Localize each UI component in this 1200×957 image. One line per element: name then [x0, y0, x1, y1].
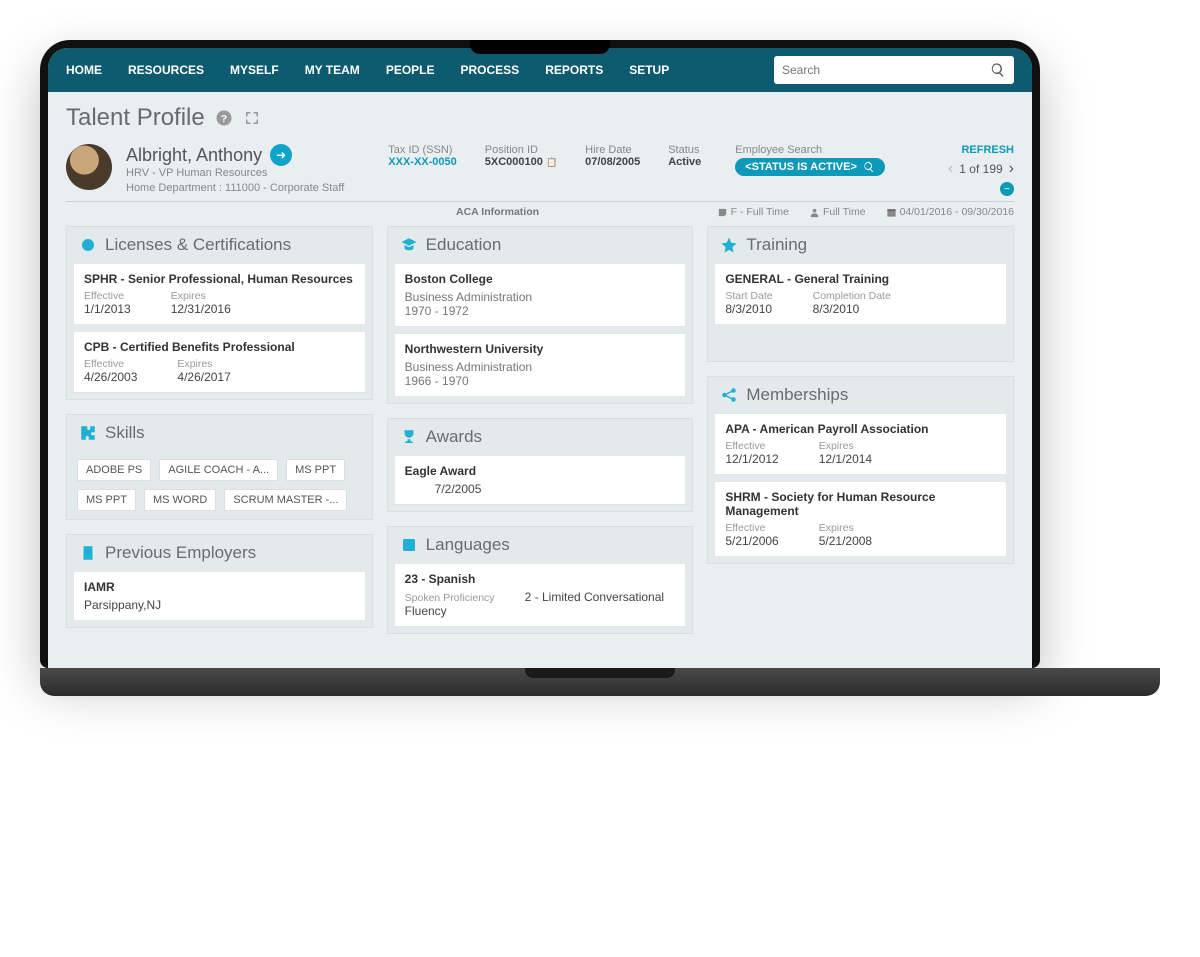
skill-tag[interactable]: MS WORD	[144, 489, 216, 511]
education-card[interactable]: Boston College Business Administration 1…	[394, 263, 687, 327]
page-title: Talent Profile ?	[66, 104, 1014, 132]
top-nav: HOME RESOURCES MYSELF MY TEAM PEOPLE PRO…	[48, 48, 1032, 92]
awards-panel: Awards Eagle Award 7/2/2005	[387, 418, 694, 512]
employer-card[interactable]: IAMR Parsippany,NJ	[73, 571, 366, 621]
pager-next[interactable]: ›	[1009, 160, 1014, 178]
award-card[interactable]: Eagle Award 7/2/2005	[394, 455, 687, 505]
trophy-icon	[400, 428, 418, 446]
status-filter-pill[interactable]: <STATUS IS ACTIVE>	[735, 158, 885, 176]
collapse-icon[interactable]: −	[1000, 182, 1014, 196]
skill-tag[interactable]: ADOBE PS	[77, 459, 151, 481]
avatar	[66, 144, 112, 190]
employee-title: HRV - VP Human Resources	[126, 166, 344, 181]
graduation-icon	[400, 236, 418, 254]
nav-resources[interactable]: RESOURCES	[128, 63, 204, 77]
emp-search-label: Employee Search	[735, 144, 885, 156]
status-label: Status	[668, 144, 701, 156]
badge-icon	[79, 236, 97, 254]
language-card[interactable]: 23 - Spanish Spoken Proficiency2 - Limit…	[394, 563, 687, 627]
nav-myself[interactable]: MYSELF	[230, 63, 279, 77]
tax-value[interactable]: XXX-XX-0050	[388, 156, 456, 168]
search-icon	[863, 161, 875, 173]
name-arrow-icon[interactable]: ➜	[270, 144, 292, 166]
refresh-link[interactable]: REFRESH	[948, 144, 1014, 156]
hire-label: Hire Date	[585, 144, 640, 156]
fulltime-badge-2: Full Time	[809, 206, 866, 218]
education-card[interactable]: Northwestern University Business Adminis…	[394, 333, 687, 397]
languages-panel: Languages 23 - Spanish Spoken Proficienc…	[387, 526, 694, 634]
skill-tag[interactable]: MS PPT	[77, 489, 136, 511]
fulltime-badge: F - Full Time	[717, 206, 789, 218]
education-panel: Education Boston College Business Admini…	[387, 226, 694, 404]
help-icon[interactable]: ?	[215, 109, 233, 127]
license-card[interactable]: CPB - Certified Benefits Professional Ef…	[73, 331, 366, 393]
calendar-icon	[886, 207, 897, 218]
position-label: Position ID	[485, 144, 557, 156]
nav-process[interactable]: PROCESS	[461, 63, 520, 77]
nav-my-team[interactable]: MY TEAM	[305, 63, 360, 77]
employee-name: Albright, Anthony	[126, 145, 262, 166]
share-icon	[720, 386, 738, 404]
position-value: 5XC000100 📋	[485, 156, 557, 168]
skill-tag[interactable]: MS PPT	[286, 459, 345, 481]
person-icon	[809, 207, 820, 218]
search-icon	[990, 62, 1006, 78]
hire-value: 07/08/2005	[585, 156, 640, 168]
language-icon	[400, 536, 418, 554]
date-range: 04/01/2016 - 09/30/2016	[886, 206, 1014, 218]
nav-setup[interactable]: SETUP	[629, 63, 669, 77]
search-box[interactable]	[774, 56, 1014, 84]
prev-employers-panel: Previous Employers IAMR Parsippany,NJ	[66, 534, 373, 628]
membership-card[interactable]: SHRM - Society for Human Resource Manage…	[714, 481, 1007, 557]
building-icon	[79, 544, 97, 562]
skill-tag[interactable]: AGILE COACH - A...	[159, 459, 278, 481]
nav-people[interactable]: PEOPLE	[386, 63, 435, 77]
memberships-panel: Memberships APA - American Payroll Assoc…	[707, 376, 1014, 564]
licenses-panel: Licenses & Certifications SPHR - Senior …	[66, 226, 373, 400]
svg-text:?: ?	[221, 113, 227, 125]
pager-text: 1 of 199	[959, 162, 1002, 176]
inbox-icon	[717, 207, 728, 218]
training-panel: Training GENERAL - General Training Star…	[707, 226, 1014, 362]
nav-reports[interactable]: REPORTS	[545, 63, 603, 77]
skill-tag[interactable]: SCRUM MASTER -...	[224, 489, 347, 511]
membership-card[interactable]: APA - American Payroll Association Effec…	[714, 413, 1007, 475]
aca-link[interactable]: ACA Information	[456, 206, 539, 218]
expand-icon[interactable]	[243, 109, 261, 127]
search-input[interactable]	[782, 63, 990, 77]
nav-home[interactable]: HOME	[66, 63, 102, 77]
pager-prev[interactable]: ‹	[948, 160, 953, 178]
employee-dept: Home Department : 111000 - Corporate Sta…	[126, 181, 344, 196]
skills-panel: Skills ADOBE PS AGILE COACH - A... MS PP…	[66, 414, 373, 520]
license-card[interactable]: SPHR - Senior Professional, Human Resour…	[73, 263, 366, 325]
puzzle-icon	[79, 424, 97, 442]
status-value: Active	[668, 156, 701, 168]
tax-label: Tax ID (SSN)	[388, 144, 456, 156]
star-icon	[720, 236, 738, 254]
training-card[interactable]: GENERAL - General Training Start Date8/3…	[714, 263, 1007, 325]
